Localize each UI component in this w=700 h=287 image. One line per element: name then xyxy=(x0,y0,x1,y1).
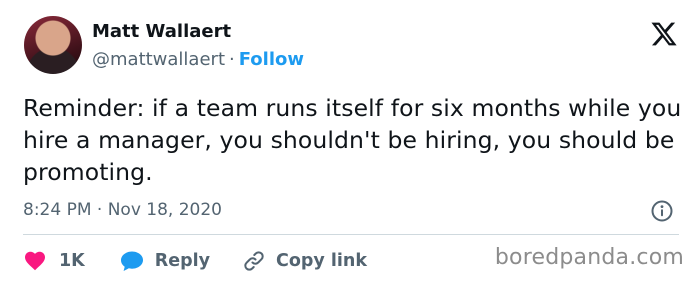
tweet-timestamp[interactable]: 8:24 PM · Nov 18, 2020 xyxy=(23,200,222,220)
action-bar: 1K Reply Copy link xyxy=(23,247,367,275)
tweet-text: Reminder: if a team runs itself for six … xyxy=(23,94,682,186)
reply-label: Reply xyxy=(154,251,211,271)
tweet-card: Matt Wallaert @mattwallaert · Follow Remin… xyxy=(0,0,700,287)
link-icon xyxy=(244,251,264,271)
author-handle[interactable]: @mattwallaert xyxy=(92,49,225,70)
copy-link-label: Copy link xyxy=(276,251,368,271)
speech-bubble-icon xyxy=(120,251,143,271)
like-button[interactable]: 1K xyxy=(23,249,119,273)
author-handle-row: @mattwallaert · Follow xyxy=(92,49,304,70)
copy-link-button[interactable]: Copy link xyxy=(242,249,367,273)
separator-dot: · xyxy=(229,49,235,70)
info-icon[interactable] xyxy=(650,199,674,223)
x-logo-icon[interactable] xyxy=(650,20,678,48)
watermark: boredpanda.com xyxy=(494,245,684,270)
follow-button[interactable]: Follow xyxy=(239,49,304,70)
like-count: 1K xyxy=(59,251,85,271)
heart-icon xyxy=(25,251,45,271)
avatar[interactable] xyxy=(24,16,82,74)
author-name[interactable]: Matt Wallaert xyxy=(92,21,231,42)
divider xyxy=(23,234,679,235)
reply-button[interactable]: Reply xyxy=(119,249,242,273)
